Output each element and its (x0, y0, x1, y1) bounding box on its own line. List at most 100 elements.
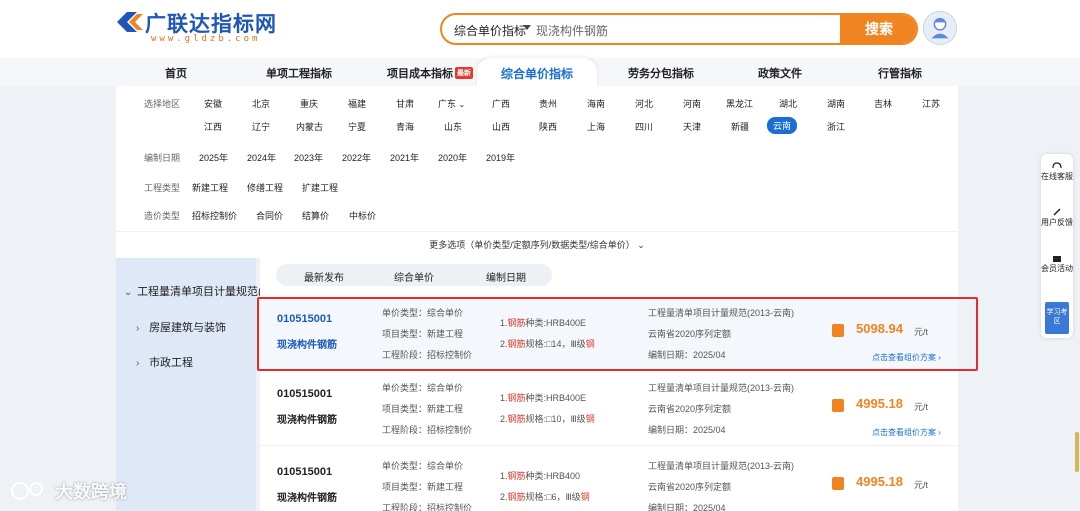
date-option[interactable]: 2024年 (247, 151, 276, 164)
sort-date[interactable]: 编制日期 (486, 269, 526, 284)
type-option[interactable]: 新建工程 (192, 181, 228, 194)
scrollbar-thumb[interactable] (1075, 432, 1079, 472)
caret-down-icon[interactable] (523, 25, 531, 30)
spec-text: 种类:HRB400E (525, 318, 587, 328)
region-option[interactable]: 辽宁 (252, 120, 270, 133)
cost-option[interactable]: 结算价 (302, 209, 329, 222)
date-option[interactable]: 2023年 (294, 151, 323, 164)
region-option[interactable]: 河南 (683, 97, 701, 110)
site-logo[interactable]: 广联达指标网 www.gldzb.com (115, 8, 295, 48)
tree-root[interactable]: ⌄ 工程量清单项目计量规范(... (124, 283, 271, 299)
result-card[interactable]: 010515001 现浇构件钢筋 单价类型：综合单价 项目类型：新建工程 工程阶… (260, 372, 958, 446)
region-option[interactable]: 内蒙古 (296, 120, 323, 133)
nav-project-cost[interactable]: 项目成本指标 最新 (387, 65, 473, 81)
region-option[interactable]: 黑龙江 (726, 97, 753, 110)
region-option[interactable]: 山西 (492, 120, 510, 133)
item-name[interactable]: 现浇构件钢筋 (277, 336, 337, 351)
search-button[interactable]: 搜索 (840, 15, 916, 43)
region-option[interactable]: 湖北 (779, 97, 797, 110)
result-card[interactable]: 010515001 现浇构件钢筋 单价类型：综合单价 项目类型：新建工程 工程阶… (260, 450, 958, 511)
sort-latest[interactable]: 最新发布 (304, 269, 344, 284)
price-tag-icon (832, 399, 844, 412)
region-option[interactable]: 广西 (492, 97, 510, 110)
spec-prefix: 2. (500, 414, 508, 424)
user-avatar-icon[interactable] (923, 11, 957, 45)
chevron-right-icon: › (136, 358, 140, 369)
nav-unit-price-label: 综合单价指标 (500, 67, 573, 81)
item-code[interactable]: 010515001 (277, 466, 332, 478)
region-option[interactable]: 吉林 (874, 97, 892, 110)
nav-single-project[interactable]: 单项工程指标 (266, 65, 332, 81)
region-option[interactable]: 贵州 (539, 97, 557, 110)
region-option-label: 广东 (438, 99, 457, 109)
region-option[interactable]: 陕西 (539, 120, 557, 133)
date-option[interactable]: 2022年 (342, 151, 371, 164)
side-feedback[interactable]: 用户反馈 (1041, 208, 1073, 228)
region-option[interactable]: 重庆 (300, 97, 318, 110)
region-option[interactable]: 新疆 (731, 120, 749, 133)
nav-unit-price[interactable]: 综合单价指标 (477, 58, 597, 86)
date-option[interactable]: 2021年 (390, 151, 419, 164)
spec-line-2: 2.钢筋规格:□6，Ⅲ级钢 (500, 490, 590, 503)
search-input[interactable] (536, 20, 836, 40)
tree-child-municipal[interactable]: › 市政工程 (136, 354, 193, 370)
result-card[interactable]: 010515001 现浇构件钢筋 单价类型：综合单价 项目类型：新建工程 工程阶… (260, 297, 958, 371)
norm-date: 编制日期：2025/04 (648, 425, 726, 435)
headset-icon (1052, 162, 1062, 169)
region-option[interactable]: 福建 (348, 97, 366, 110)
nav-home[interactable]: 首页 (165, 65, 187, 81)
study-badge[interactable]: 学习考区 (1045, 302, 1069, 334)
spec-keyword: 钢筋 (507, 471, 526, 481)
region-option-dropdown[interactable]: 广东 ⌄ (438, 97, 465, 110)
region-option[interactable]: 四川 (635, 120, 653, 133)
date-option[interactable]: 2025年 (199, 151, 228, 164)
price-tag-icon (832, 477, 844, 490)
date-option[interactable]: 2019年 (486, 151, 515, 164)
tree-child-label: 房屋建筑与装饰 (149, 322, 227, 334)
region-option[interactable]: 江苏 (922, 97, 940, 110)
unit-price: 4995.18 (856, 396, 903, 411)
region-option[interactable]: 河北 (635, 97, 653, 110)
region-option[interactable]: 天津 (683, 120, 701, 133)
region-option[interactable]: 湖南 (827, 97, 845, 110)
type-option[interactable]: 扩建工程 (302, 181, 338, 194)
spec-text: 种类:HRB400 (525, 471, 581, 481)
meta-price-type: 单价类型：综合单价 (382, 383, 464, 393)
region-option[interactable]: 浙江 (827, 120, 845, 133)
region-option[interactable]: 上海 (587, 120, 605, 133)
region-option[interactable]: 甘肃 (396, 97, 414, 110)
region-option[interactable]: 青海 (396, 120, 414, 133)
side-customer-service[interactable]: 在线客服 (1041, 162, 1073, 182)
item-name[interactable]: 现浇构件钢筋 (277, 489, 337, 504)
tree-child-building[interactable]: › 房屋建筑与装饰 (136, 319, 226, 335)
region-option[interactable]: 安徽 (204, 97, 222, 110)
watermark: 大数跨境 (10, 478, 127, 504)
item-code[interactable]: 010515001 (277, 313, 332, 325)
item-name[interactable]: 现浇构件钢筋 (277, 411, 337, 426)
spec-text: 种类:HRB400E (525, 393, 587, 403)
item-code[interactable]: 010515001 (277, 388, 332, 400)
region-option-selected[interactable]: 云南 (767, 117, 798, 134)
region-option[interactable]: 海南 (587, 97, 605, 110)
more-options-toggle[interactable]: 更多选项（单价类型/定额序列/数据类型/综合单价） ⌄ (116, 232, 958, 258)
cost-option[interactable]: 中标价 (349, 209, 376, 222)
norm-spec: 工程量清单项目计量规范(2013-云南) (648, 383, 795, 393)
view-plan-link[interactable]: 点击查看组价方案 › (872, 427, 941, 438)
sort-price[interactable]: 综合单价 (394, 269, 434, 284)
side-float-panel: 在线客服 用户反馈 会员活动 学习考区 (1041, 154, 1073, 338)
date-option[interactable]: 2020年 (438, 151, 467, 164)
side-member[interactable]: 会员活动 (1041, 254, 1073, 274)
cost-option[interactable]: 招标控制价 (192, 209, 237, 222)
results-panel: 最新发布 综合单价 编制日期 010515001 现浇构件钢筋 单价类型：综合单… (260, 258, 958, 511)
nav-industry[interactable]: 行管指标 (878, 65, 922, 81)
region-option[interactable]: 山东 (444, 120, 462, 133)
nav-labor[interactable]: 劳务分包指标 (628, 65, 694, 81)
region-option[interactable]: 北京 (252, 97, 270, 110)
cost-option[interactable]: 合同价 (256, 209, 283, 222)
nav-policy[interactable]: 政策文件 (758, 65, 802, 81)
region-option[interactable]: 宁夏 (348, 120, 366, 133)
search-type-select[interactable]: 综合单价指标 (454, 22, 526, 39)
type-option[interactable]: 修缮工程 (247, 181, 283, 194)
region-option[interactable]: 江西 (204, 120, 222, 133)
view-plan-link[interactable]: 点击查看组价方案 › (872, 352, 941, 363)
